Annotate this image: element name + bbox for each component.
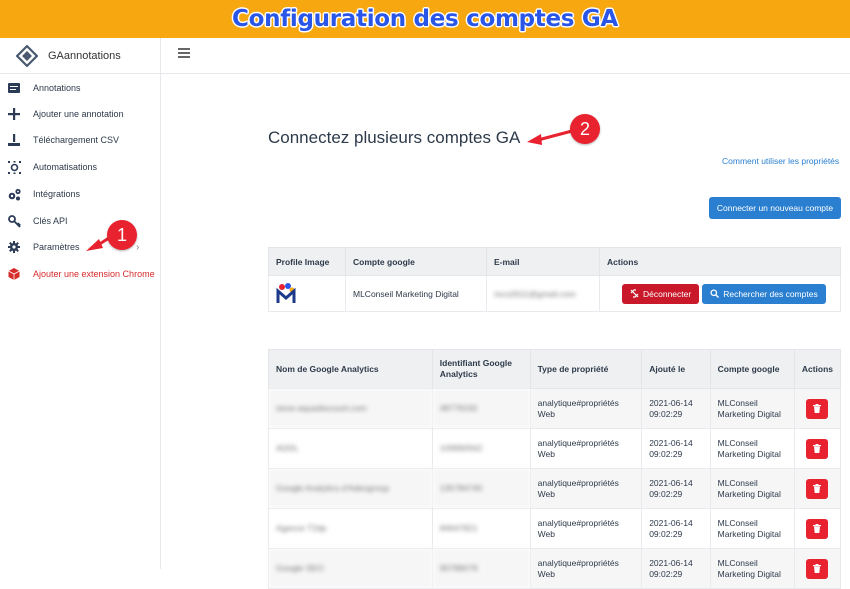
email-cell: mco2611@gmail.com (486, 275, 600, 312)
sidebar-item-chrome-extension[interactable]: Ajouter une extension Chrome (0, 263, 160, 285)
sidebar-item-label: Ajouter une annotation (33, 109, 124, 119)
property-id-cell: 135784740 (431, 468, 531, 509)
chevron-right-icon: › (136, 242, 140, 253)
delete-button[interactable] (806, 478, 829, 499)
app-name: GAannotations (48, 49, 121, 62)
gear-icon (7, 240, 21, 254)
delete-button[interactable] (806, 438, 829, 459)
added-date-cell: 2021-06-14 09:02:29 (641, 388, 711, 429)
profile-image-cell (268, 275, 346, 312)
google-account-cell: MLConseil Marketing Digital (709, 468, 795, 509)
search-accounts-label: Rechercher des comptes (723, 288, 818, 299)
accounts-table: Profile Image Compte google E-mail Actio… (268, 247, 841, 312)
column-header: Compte google (709, 349, 795, 389)
property-name-cell: Agence T2dp (268, 508, 433, 549)
actions-cell (793, 428, 842, 469)
properties-table: Nom de Google Analytics Identifiant Goog… (268, 349, 842, 589)
sidebar-item-label: Intégrations (33, 189, 81, 199)
upload-icon (7, 133, 21, 147)
table-row: MLConseil Marketing Digital mco2611@gmai… (268, 275, 841, 312)
sidebar-item-label: Ajouter une extension Chrome (33, 269, 155, 279)
banner-title: Configuration des comptes GA (232, 6, 618, 32)
added-date-cell: 2021-06-14 09:02:29 (641, 468, 711, 509)
integrations-icon (7, 187, 21, 201)
property-type-cell: analytique#propriétés Web (529, 468, 643, 509)
page-title: Connectez plusieurs comptes GA (268, 128, 521, 147)
connect-account-button[interactable]: Connecter un nouveau compte (709, 197, 841, 219)
key-icon (7, 214, 21, 228)
google-account-cell: MLConseil Marketing Digital (345, 275, 487, 312)
google-account-cell: MLConseil Marketing Digital (709, 428, 795, 469)
column-header: Ajouté le (641, 349, 711, 389)
annotation-arrow-2 (537, 129, 573, 142)
column-header: Nom de Google Analytics (268, 349, 433, 389)
annotation-arrowhead-2 (527, 134, 542, 145)
help-link[interactable]: Comment utiliser les propriétés (722, 156, 839, 166)
table-row: ADDL 109990562 analytique#propriétés Web… (268, 428, 842, 469)
property-type-cell: analytique#propriétés Web (529, 508, 643, 549)
actions-cell: Déconnecter Rechercher des comptes (599, 275, 841, 312)
header-banner: Configuration des comptes GA (0, 0, 850, 38)
sidebar-item-label: Paramètres (33, 242, 80, 252)
menu-icon[interactable] (178, 48, 190, 58)
column-header: Compte google (345, 247, 487, 276)
sidebar-item-label: Clés API (33, 216, 68, 226)
automation-icon (7, 160, 21, 174)
property-name-cell: store-aquadiscount.com (268, 388, 433, 429)
app-logo-icon (16, 44, 38, 67)
unlink-icon (630, 289, 639, 298)
actions-cell (793, 468, 842, 509)
trash-icon (813, 444, 822, 453)
column-header: Identifiant Google Analytics (431, 349, 531, 389)
property-name-cell: ADDL (268, 428, 433, 469)
property-type-cell: analytique#propriétés Web (529, 388, 643, 429)
property-id-cell: 48779192 (431, 388, 531, 429)
sidebar-item-annotations[interactable]: Annotations (0, 77, 160, 99)
trash-icon (813, 524, 822, 533)
annotation-badge-1: 1 (107, 220, 137, 250)
column-header: Profile Image (268, 247, 346, 276)
column-header: Actions (793, 349, 842, 389)
property-type-cell: analytique#propriétés Web (529, 428, 643, 469)
annotation-icon (7, 81, 21, 95)
delete-button[interactable] (806, 518, 829, 539)
property-id-cell: 109990562 (431, 428, 531, 469)
disconnect-button[interactable]: Déconnecter (622, 283, 700, 304)
annotation-badge-2: 2 (570, 114, 600, 144)
trash-icon (813, 404, 822, 413)
disconnect-label: Déconnecter (643, 288, 692, 299)
sidebar-item-add-annotation[interactable]: Ajouter une annotation (0, 103, 160, 125)
delete-button[interactable] (806, 398, 829, 419)
column-header: Type de propriété (529, 349, 643, 389)
search-accounts-button[interactable]: Rechercher des comptes (702, 283, 826, 304)
brand[interactable]: GAannotations (0, 38, 160, 74)
table-row: store-aquadiscount.com 48779192 analytiq… (268, 388, 842, 429)
extension-icon (7, 267, 21, 281)
profile-image (276, 282, 296, 306)
google-account-cell: MLConseil Marketing Digital (709, 508, 795, 549)
sidebar-item-csv-upload[interactable]: Téléchargement CSV (0, 129, 160, 151)
property-id-cell: 84647821 (431, 508, 531, 549)
added-date-cell: 2021-06-14 09:02:29 (641, 428, 711, 469)
trash-icon (813, 484, 822, 493)
actions-cell (793, 508, 842, 549)
sidebar-item-label: Téléchargement CSV (33, 135, 120, 145)
actions-cell (793, 388, 842, 429)
sidebar-item-integrations[interactable]: Intégrations (0, 183, 160, 205)
column-header: Actions (599, 247, 841, 276)
plus-icon (7, 107, 21, 121)
sidebar-item-automations[interactable]: Automatisations (0, 156, 160, 178)
property-name-cell: Google Analytics d'Adexgroup (268, 468, 433, 509)
table-row: Google Analytics d'Adexgroup 135784740 a… (268, 468, 842, 509)
table-row: Agence T2dp 84647821 analytique#propriét… (268, 508, 842, 549)
sidebar: GAannotations Annotations Ajouter une an… (0, 38, 161, 569)
search-icon (710, 289, 720, 298)
added-date-cell: 2021-06-14 09:02:29 (641, 508, 711, 549)
sidebar-item-label: Annotations (33, 83, 81, 93)
sidebar-item-label: Automatisations (33, 162, 98, 172)
google-account-cell: MLConseil Marketing Digital (709, 388, 795, 429)
top-bar (161, 38, 850, 74)
column-header: E-mail (486, 247, 600, 276)
